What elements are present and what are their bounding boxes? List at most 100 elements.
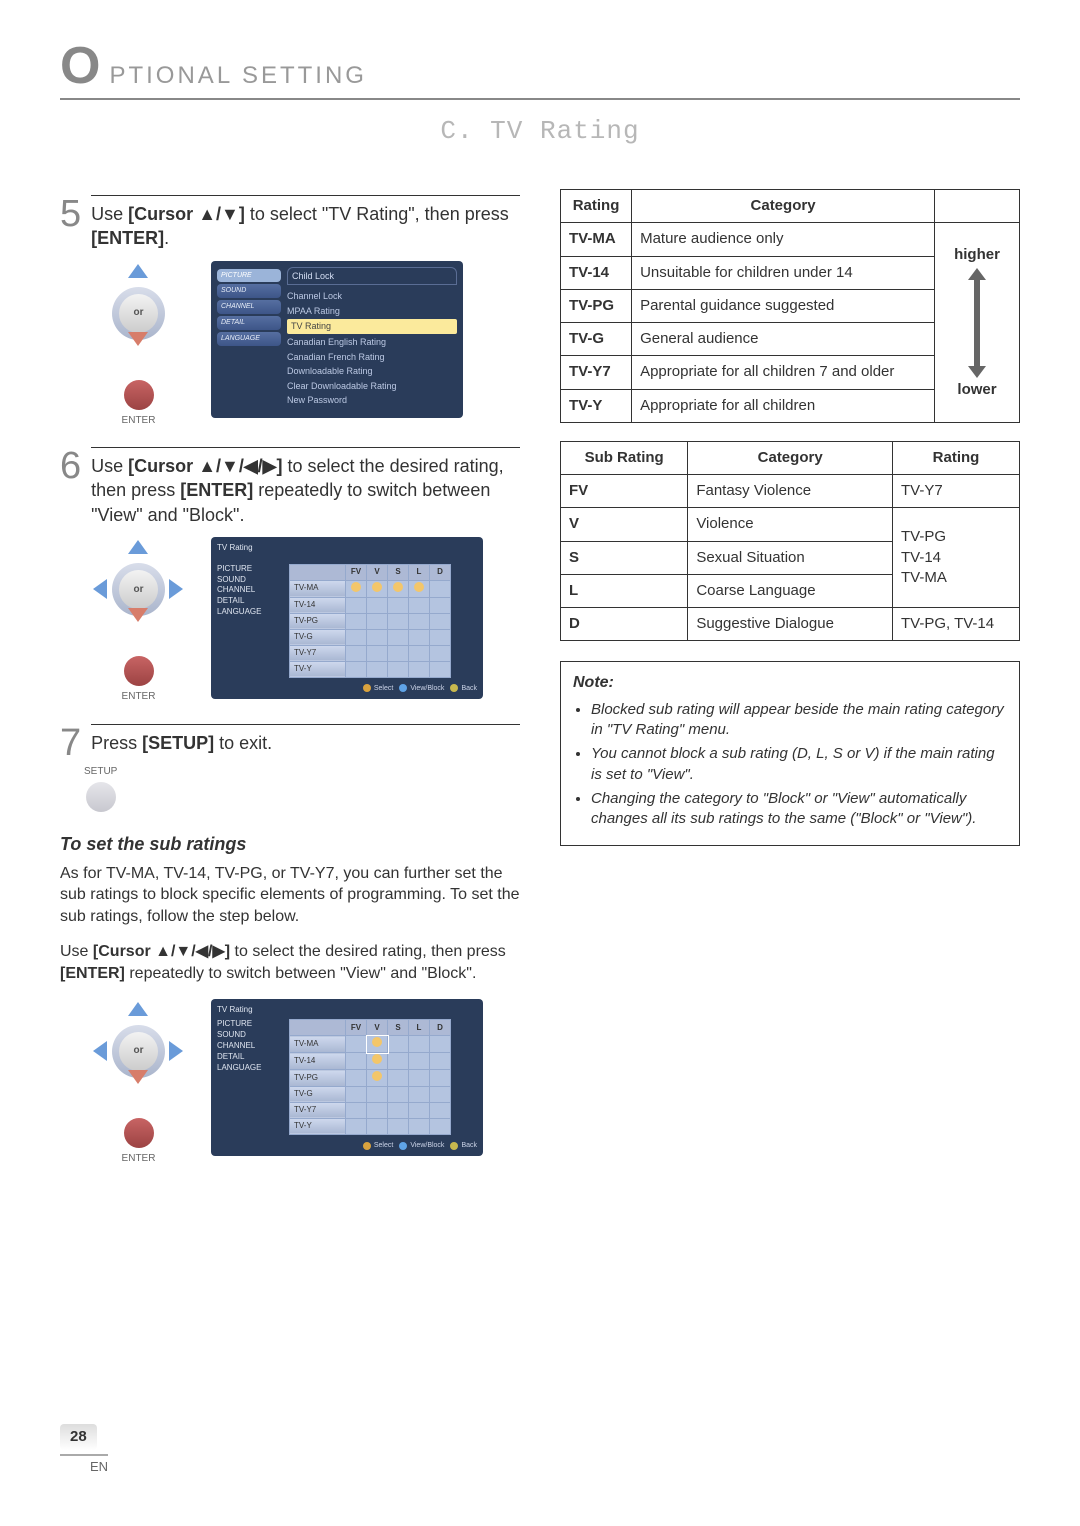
grid-cell[interactable] (430, 645, 451, 661)
menu-item[interactable]: New Password (287, 393, 457, 408)
note-item: You cannot block a sub rating (D, L, S o… (591, 744, 1007, 785)
grid-cell[interactable] (409, 613, 430, 629)
grid-cell[interactable] (430, 613, 451, 629)
grid-cell[interactable] (346, 1086, 367, 1102)
grid-cell[interactable] (409, 1086, 430, 1102)
setup-button[interactable] (86, 782, 116, 812)
grid-cell[interactable] (409, 580, 430, 597)
grid-cell[interactable] (388, 661, 409, 677)
grid-cell[interactable] (346, 1053, 367, 1070)
menu-tab[interactable]: PICTURE (217, 1019, 281, 1030)
grid-cell[interactable] (388, 645, 409, 661)
menu-tab[interactable]: PICTURE (217, 269, 281, 283)
dpad-down[interactable] (124, 1063, 152, 1091)
grid-cell[interactable] (409, 661, 430, 677)
menu-tab[interactable]: CHANNEL (217, 300, 281, 314)
grid-cell[interactable] (367, 629, 388, 645)
grid-cell[interactable] (346, 597, 367, 613)
grid-cell[interactable] (430, 1086, 451, 1102)
dpad-right[interactable] (162, 1037, 190, 1065)
dpad-up[interactable] (124, 257, 152, 285)
dpad-left[interactable] (86, 575, 114, 603)
grid-cell[interactable] (367, 1036, 388, 1053)
grid-cell[interactable] (388, 1036, 409, 1053)
dpad-down[interactable] (124, 325, 152, 353)
menu-tab[interactable]: DETAIL (217, 1052, 281, 1063)
grid-cell[interactable] (409, 1053, 430, 1070)
grid-cell[interactable] (388, 1118, 409, 1134)
dpad-left[interactable] (86, 1037, 114, 1065)
menu-item[interactable]: Canadian French Rating (287, 350, 457, 365)
menu-item[interactable]: Canadian English Rating (287, 335, 457, 350)
grid-cell[interactable] (346, 661, 367, 677)
grid-cell[interactable] (346, 1102, 367, 1118)
grid-cell[interactable] (430, 597, 451, 613)
grid-cell[interactable] (388, 580, 409, 597)
grid-cell[interactable] (367, 613, 388, 629)
enter-button[interactable] (124, 1118, 154, 1148)
grid-cell[interactable] (388, 1070, 409, 1087)
grid-cell[interactable] (388, 597, 409, 613)
grid-cell[interactable] (346, 580, 367, 597)
dpad-right[interactable] (162, 575, 190, 603)
enter-label: ENTER (86, 414, 191, 428)
grid-cell[interactable] (367, 1053, 388, 1070)
grid-cell[interactable] (367, 645, 388, 661)
grid-cell[interactable] (409, 1036, 430, 1053)
step-6-ui-preview: TV Rating PICTURESOUNDCHANNELDETAILLANGU… (211, 537, 483, 699)
grid-cell[interactable] (346, 645, 367, 661)
enter-button[interactable] (124, 656, 154, 686)
grid-cell[interactable] (388, 1053, 409, 1070)
grid-cell[interactable] (346, 1036, 367, 1053)
grid-cell[interactable] (430, 1070, 451, 1087)
menu-tab[interactable]: LANGUAGE (217, 332, 281, 346)
grid-cell[interactable] (388, 1102, 409, 1118)
grid-cell[interactable] (388, 1086, 409, 1102)
grid-cell[interactable] (346, 629, 367, 645)
grid-cell[interactable] (409, 1070, 430, 1087)
grid-cell[interactable] (409, 1118, 430, 1134)
grid-cell[interactable] (367, 1086, 388, 1102)
grid-cell[interactable] (430, 1118, 451, 1134)
grid-cell[interactable] (430, 629, 451, 645)
menu-tab[interactable]: CHANNEL (217, 585, 281, 596)
menu-tab[interactable]: DETAIL (217, 316, 281, 330)
menu-tab[interactable]: LANGUAGE (217, 607, 281, 618)
grid-cell[interactable] (409, 645, 430, 661)
grid-cell[interactable] (367, 1070, 388, 1087)
grid-cell[interactable] (409, 1102, 430, 1118)
grid-cell[interactable] (346, 1070, 367, 1087)
menu-item[interactable]: Clear Downloadable Rating (287, 379, 457, 394)
menu-tab[interactable]: SOUND (217, 575, 281, 586)
enter-button[interactable] (124, 380, 154, 410)
menu-tab[interactable]: SOUND (217, 1030, 281, 1041)
menu-item[interactable]: Downloadable Rating (287, 364, 457, 379)
dpad-down[interactable] (124, 601, 152, 629)
menu-tab[interactable]: LANGUAGE (217, 1063, 281, 1074)
menu-tab[interactable]: DETAIL (217, 596, 281, 607)
dpad-up[interactable] (124, 995, 152, 1023)
grid-cell[interactable] (409, 629, 430, 645)
menu-tab[interactable]: SOUND (217, 284, 281, 298)
grid-cell[interactable] (430, 1036, 451, 1053)
grid-cell[interactable] (346, 1118, 367, 1134)
menu-item[interactable]: MPAA Rating (287, 304, 457, 319)
menu-tab[interactable]: CHANNEL (217, 1041, 281, 1052)
grid-cell[interactable] (430, 1102, 451, 1118)
grid-cell[interactable] (367, 597, 388, 613)
grid-cell[interactable] (388, 629, 409, 645)
grid-cell[interactable] (430, 580, 451, 597)
grid-cell[interactable] (430, 661, 451, 677)
menu-item[interactable]: TV Rating (287, 319, 457, 334)
grid-cell[interactable] (430, 1053, 451, 1070)
grid-cell[interactable] (367, 1102, 388, 1118)
grid-cell[interactable] (409, 597, 430, 613)
grid-cell[interactable] (367, 1118, 388, 1134)
grid-cell[interactable] (346, 613, 367, 629)
grid-cell[interactable] (367, 580, 388, 597)
grid-cell[interactable] (367, 661, 388, 677)
grid-cell[interactable] (388, 613, 409, 629)
menu-item[interactable]: Channel Lock (287, 289, 457, 304)
menu-tab[interactable]: PICTURE (217, 564, 281, 575)
dpad-up[interactable] (124, 533, 152, 561)
